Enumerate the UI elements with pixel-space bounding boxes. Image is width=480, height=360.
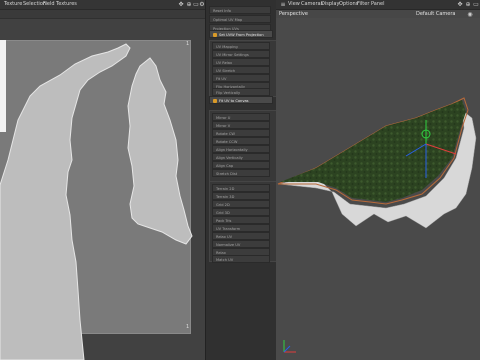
- viewport-menu-icon[interactable]: ≡: [279, 1, 287, 8]
- move-icon[interactable]: ✥: [456, 1, 464, 8]
- cmd-pack-tris[interactable]: Pack Tris: [212, 216, 270, 224]
- cmd-rotate-cw[interactable]: Rotate CW: [212, 129, 270, 137]
- cmd-optimal-uv[interactable]: Optimal UV Map: [209, 15, 271, 23]
- cmd-stretch-dist[interactable]: Stretch Dist: [212, 169, 270, 177]
- zoom-icon[interactable]: ⊕: [464, 1, 472, 8]
- cmd-grid-3d[interactable]: Grid 3D: [212, 208, 270, 216]
- cmd-align-cap[interactable]: Align Cap: [212, 161, 270, 169]
- cmd-terrain-3d[interactable]: Terrain 3D: [212, 192, 270, 200]
- camera-name[interactable]: Default Camera: [416, 11, 455, 17]
- viewport-menubar: ≡ View Cameras Display Options Filter Pa…: [276, 0, 480, 10]
- cmd-terrain-2d[interactable]: Terrain 2D: [212, 184, 270, 192]
- menu-view[interactable]: View: [288, 1, 300, 8]
- uv-command-icon: [213, 99, 217, 103]
- viewport-scene[interactable]: [276, 18, 480, 360]
- cmd-uv-stretch[interactable]: UV Stretch: [212, 66, 270, 74]
- maximize-icon[interactable]: ▭: [472, 1, 480, 8]
- uv-command-icon: [213, 33, 217, 37]
- menu-options[interactable]: Options: [339, 1, 358, 8]
- uv-islands: [0, 43, 193, 360]
- cmd-fit-uv-to-canvas[interactable]: Fit UV to Canvas: [209, 96, 273, 104]
- cmd-flip-vertical[interactable]: Flip Vertically: [212, 88, 270, 96]
- cmd-rotate-ccw[interactable]: Rotate CCW: [212, 137, 270, 145]
- menu-filter[interactable]: Filter: [357, 1, 369, 8]
- cmd-reset-info[interactable]: Reset Info: [209, 6, 271, 14]
- viewport-label: Perspective: [279, 11, 308, 17]
- uv-island-left[interactable]: [0, 43, 131, 360]
- cmd-mirror-v[interactable]: Mirror V: [212, 121, 270, 129]
- viewport-header: Perspective Default Camera ◉: [276, 10, 480, 18]
- cmd-mirror-u[interactable]: Mirror U: [212, 113, 270, 121]
- cmd-uv-mapping[interactable]: UV Mapping: [212, 42, 270, 50]
- menu-display[interactable]: Display: [321, 1, 339, 8]
- cmd-match-uv[interactable]: Match UV: [212, 255, 270, 263]
- cmd-align-vertical[interactable]: Align Vertically: [212, 153, 270, 161]
- cmd-relax-uv[interactable]: Relax UV: [212, 232, 270, 240]
- camera-icon[interactable]: ◉: [466, 11, 474, 18]
- cmd-grid-2d[interactable]: Grid 2D: [212, 200, 270, 208]
- cmd-uv-transform[interactable]: UV Transform: [212, 224, 270, 232]
- cmd-align-horizontal[interactable]: Align Horizontally: [212, 145, 270, 153]
- menu-cameras[interactable]: Cameras: [301, 1, 323, 8]
- cmd-uv-relax[interactable]: UV Relax: [212, 58, 270, 66]
- cmd-fit-uv[interactable]: Fit UV: [212, 74, 270, 82]
- uv-island-right[interactable]: [127, 57, 193, 245]
- axis-gizmo-icon: [283, 340, 296, 353]
- cmd-uv-mirror-settings[interactable]: UV Mirror Settings: [212, 50, 270, 58]
- menu-panel[interactable]: Panel: [371, 1, 385, 8]
- cmd-normalize-uv[interactable]: Normalize UV: [212, 240, 270, 248]
- cmd-set-uvw-from-projection[interactable]: Set UVW From Projection: [209, 30, 273, 38]
